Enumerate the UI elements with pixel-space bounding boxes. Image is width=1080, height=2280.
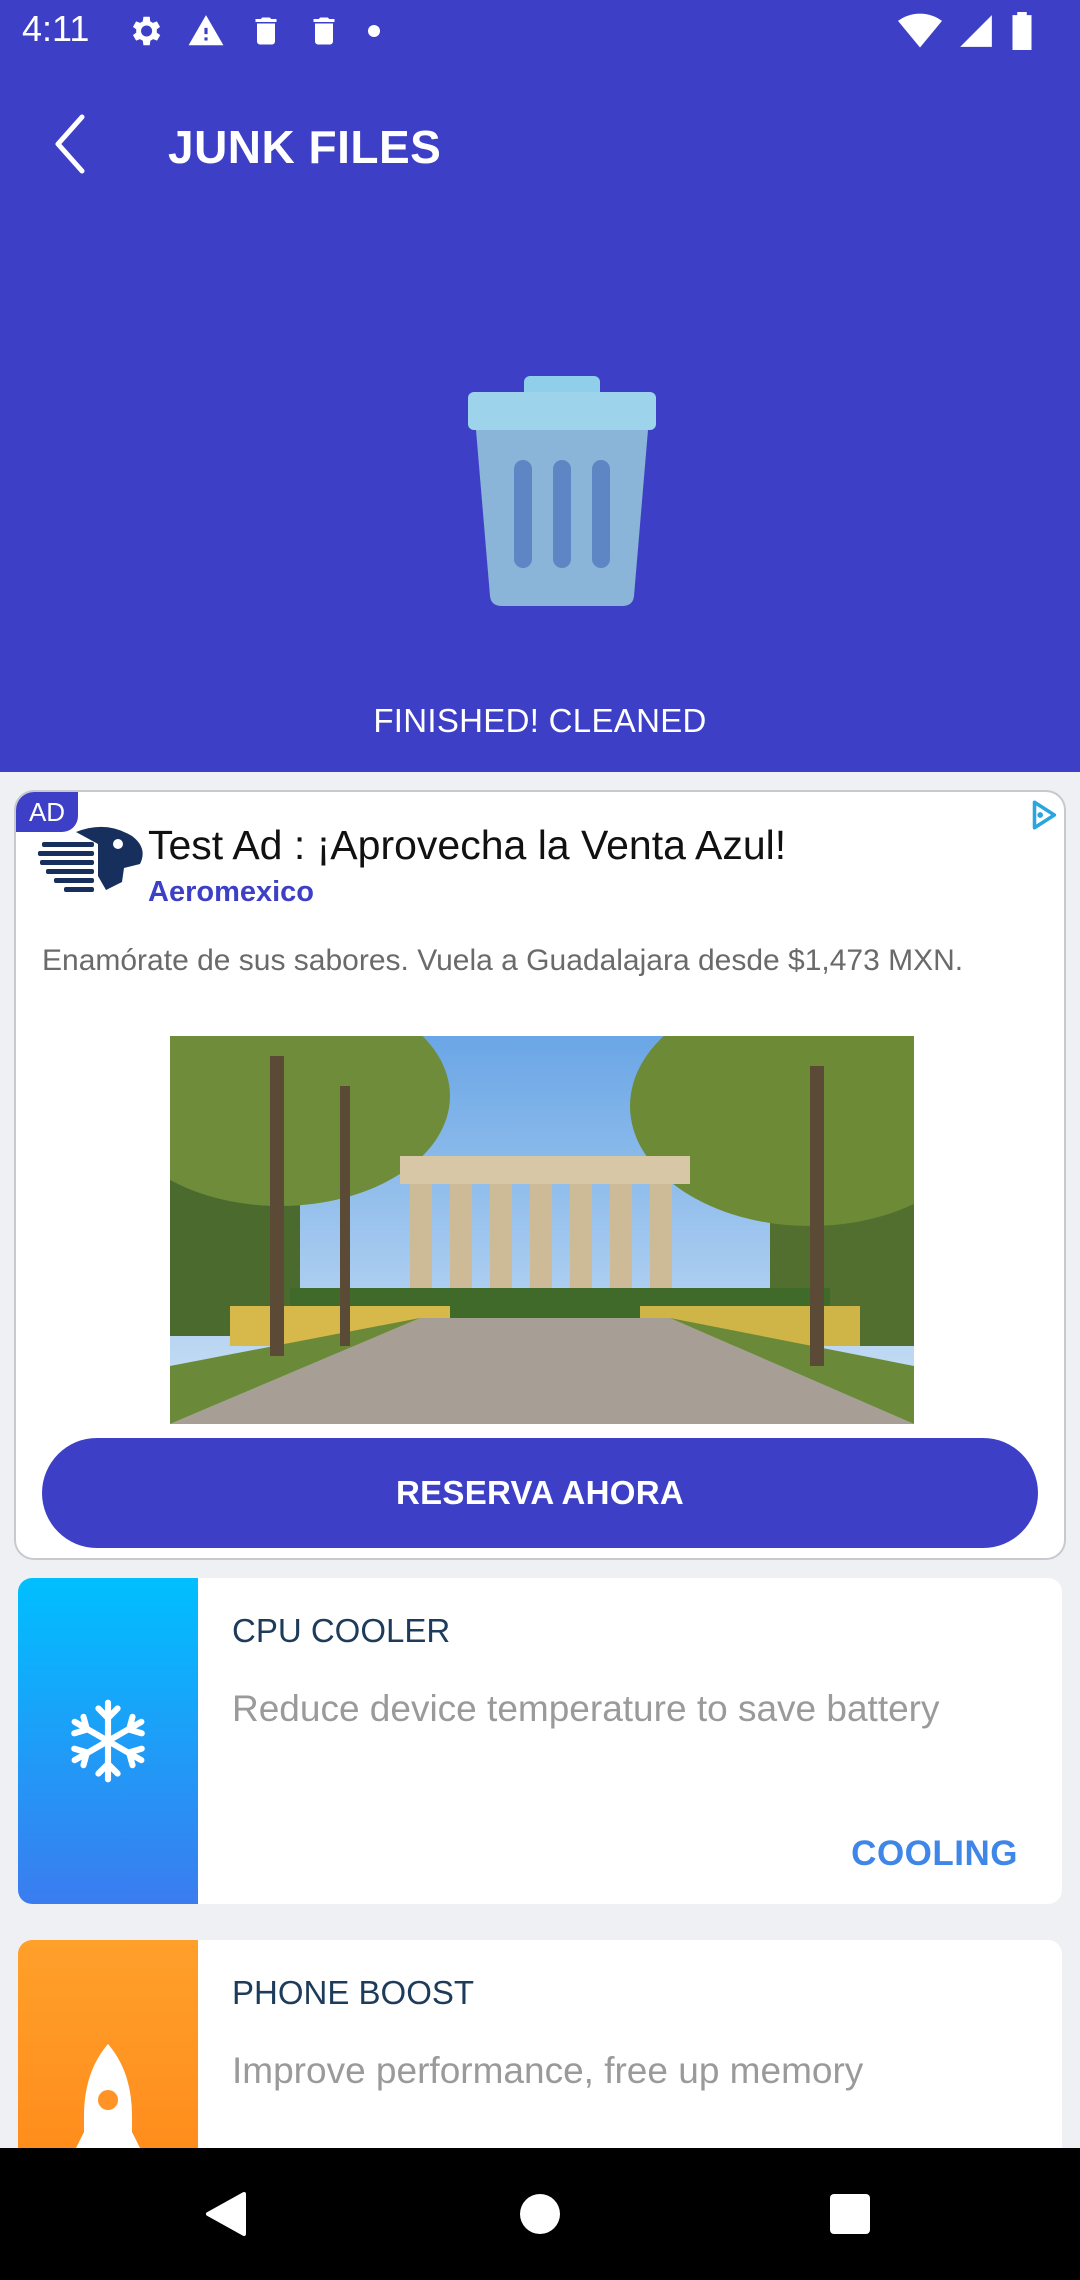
nav-recents-button[interactable] <box>784 2148 916 2280</box>
dot-icon <box>368 25 380 37</box>
nav-home-icon <box>520 2194 560 2234</box>
clean-result-hero: FINISHED! CLEANED <box>0 224 1080 772</box>
ad-image[interactable] <box>170 1036 914 1424</box>
nav-back-icon <box>206 2192 246 2236</box>
system-nav-bar <box>0 2148 1080 2280</box>
gear-icon <box>132 16 161 46</box>
feature-description: Improve performance, free up memory <box>232 2050 864 2091</box>
warning-icon <box>188 15 224 46</box>
feature-title: PHONE BOOST <box>232 1974 475 2011</box>
ad-body-text: Enamórate de sus sabores. Vuela a Guadal… <box>42 944 964 977</box>
back-button[interactable] <box>40 106 100 182</box>
back-arrow-icon <box>55 114 85 174</box>
ad-cta-button[interactable]: RESERVA AHORA <box>42 1438 1038 1548</box>
signal-icon <box>960 15 992 47</box>
snowflake-icon <box>71 1699 145 1783</box>
phone-boost-icon-panel <box>18 1940 198 2180</box>
trash-icon <box>313 17 335 45</box>
cooling-button[interactable]: COOLING <box>851 1834 1018 1874</box>
cpu-cooler-icon-panel <box>18 1578 198 1904</box>
battery-icon <box>1012 12 1032 50</box>
cpu-cooler-card[interactable]: CPU COOLER Reduce device temperature to … <box>18 1578 1062 1904</box>
status-bar: 4:11 <box>0 0 1080 64</box>
ad-headline[interactable]: Test Ad : ¡Aprovecha la Venta Azul! <box>148 822 786 869</box>
aeromexico-logo-icon <box>38 826 143 892</box>
nav-home-button[interactable] <box>474 2148 606 2280</box>
app-bar: JUNK FILES <box>0 64 1080 224</box>
page-title: JUNK FILES <box>168 121 442 173</box>
trash-icon <box>255 17 277 45</box>
nav-back-button[interactable] <box>160 2148 292 2280</box>
clean-status-text: FINISHED! CLEANED <box>373 702 707 739</box>
trash-can-icon <box>468 376 656 606</box>
feature-description: Reduce device temperature to save batter… <box>232 1688 940 1729</box>
status-time: 4:11 <box>22 8 90 49</box>
phone-boost-card[interactable]: PHONE BOOST Improve performance, free up… <box>18 1940 1062 2180</box>
status-system-icons <box>898 12 1034 50</box>
native-ad-card[interactable]: AD Test Ad : ¡Aprovecha la Venta Azul! A… <box>14 790 1066 1560</box>
ad-advertiser[interactable]: Aeromexico <box>148 876 314 909</box>
feature-title: CPU COOLER <box>232 1612 451 1649</box>
wifi-icon <box>898 13 942 48</box>
nav-recents-icon <box>830 2194 870 2234</box>
adchoices-icon[interactable] <box>1026 798 1060 832</box>
status-notification-icons <box>126 12 384 50</box>
